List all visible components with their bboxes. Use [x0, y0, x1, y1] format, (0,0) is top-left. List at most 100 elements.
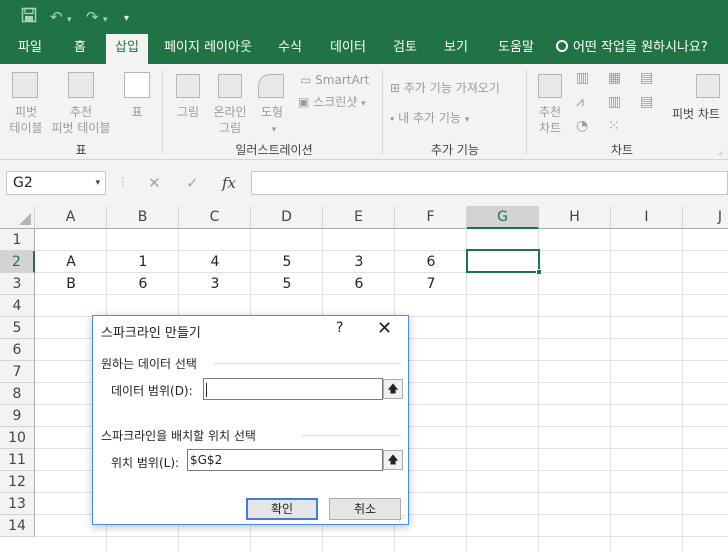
tab-formulas[interactable]: 수식 [266, 34, 314, 64]
dialog-launcher-icon[interactable]: ⌟ [718, 144, 722, 160]
screenshot-button[interactable]: ▣ 스크린샷 ▾ [298, 94, 366, 112]
row-header-5[interactable]: 5 [0, 317, 35, 339]
cell-d3[interactable]: 5 [251, 273, 323, 295]
cell-c2[interactable]: 4 [179, 251, 251, 273]
tab-review[interactable]: 검토 [382, 34, 428, 64]
undo-dropdown-icon[interactable]: ▾ [67, 10, 72, 30]
cell-f3[interactable]: 7 [395, 273, 467, 295]
my-addins-button[interactable]: ⬩ 내 추가 기능 ▾ [390, 110, 469, 128]
select-all-corner[interactable] [0, 206, 35, 229]
data-range-input[interactable] [203, 378, 383, 400]
customize-qat-icon[interactable]: ▾ [124, 9, 129, 29]
row-header-3[interactable]: 3 [0, 273, 35, 295]
create-sparklines-dialog: 스파크라인 만들기 ? ✕ 원하는 데이터 선택 데이터 범위(D): 🡅 스파… [92, 315, 409, 525]
row-header-9[interactable]: 9 [0, 405, 35, 427]
name-box-dropdown-icon[interactable]: ▾ [95, 172, 100, 194]
online-picture-icon [218, 74, 242, 98]
column-header-i[interactable]: I [611, 206, 683, 229]
redo-dropdown-icon[interactable]: ▾ [103, 10, 108, 30]
statistic-chart-icon[interactable]: ▥ [608, 94, 621, 110]
smartart-button[interactable]: ▭ SmartArt [300, 72, 369, 88]
tab-page-layout[interactable]: 페이지 레이아웃 [152, 34, 264, 64]
column-header-f[interactable]: F [395, 206, 467, 229]
resize-grip-icon[interactable]: ⋰ [398, 514, 406, 523]
cell-b3[interactable]: 6 [107, 273, 179, 295]
shapes-dropdown-icon[interactable]: ▾ [269, 122, 279, 138]
cell-a2[interactable]: A [35, 251, 107, 273]
recommended-pivot-button[interactable]: 추천 피벗 테이블 [48, 104, 114, 136]
ribbon-tabs: 파일 홈 삽입 페이지 레이아웃 수식 데이터 검토 보기 도움말 어떤 작업을… [0, 34, 728, 64]
pivot-table-button[interactable]: 피벗 테이블 [4, 104, 48, 136]
formula-input[interactable] [251, 171, 728, 195]
tab-view[interactable]: 보기 [432, 34, 480, 64]
column-header-d[interactable]: D [251, 206, 323, 229]
column-header-b[interactable]: B [107, 206, 179, 229]
cell-d2[interactable]: 5 [251, 251, 323, 273]
pie-chart-icon[interactable]: ◔ [576, 118, 588, 134]
column-header-j[interactable]: J [683, 206, 728, 229]
gridline [610, 229, 611, 552]
column-header-h[interactable]: H [539, 206, 611, 229]
data-range-collapse-icon[interactable]: 🡅 [383, 379, 403, 399]
help-icon[interactable]: ? [336, 320, 343, 336]
tab-home[interactable]: 홈 [56, 34, 104, 64]
row-header-12[interactable]: 12 [0, 471, 35, 493]
row-header-1[interactable]: 1 [0, 229, 35, 251]
row-header-11[interactable]: 11 [0, 449, 35, 471]
hierarchy-chart-icon[interactable]: ▦ [608, 70, 621, 86]
line-chart-icon[interactable]: ⩘ [576, 94, 584, 110]
cancel-button[interactable]: 취소 [329, 498, 401, 520]
name-box[interactable]: G2 ▾ [6, 171, 106, 195]
location-range-collapse-icon[interactable]: 🡅 [383, 450, 403, 470]
search-icon [556, 40, 568, 52]
column-header-a[interactable]: A [35, 206, 107, 229]
column-header-e[interactable]: E [323, 206, 395, 229]
fill-handle[interactable] [536, 269, 542, 275]
undo-icon[interactable]: ↶ [50, 7, 63, 27]
scatter-chart-icon[interactable]: ⁙ [608, 118, 620, 134]
cell-e2[interactable]: 3 [323, 251, 395, 273]
table-button[interactable]: 표 [124, 104, 150, 120]
waterfall-chart-icon[interactable]: ▤ [640, 70, 653, 86]
row-header-10[interactable]: 10 [0, 427, 35, 449]
column-chart-icon[interactable]: ▥ [576, 70, 589, 86]
confirm-entry-icon[interactable]: ✓ [186, 173, 199, 193]
cancel-entry-icon[interactable]: ✕ [148, 173, 161, 193]
insert-function-icon[interactable]: fx [222, 173, 236, 193]
row-header-6[interactable]: 6 [0, 339, 35, 361]
combo-chart-icon[interactable]: ▤ [640, 94, 653, 110]
tab-data[interactable]: 데이터 [316, 34, 380, 64]
tab-insert[interactable]: 삽입 [106, 34, 148, 64]
cell-b2[interactable]: 1 [107, 251, 179, 273]
recommended-charts-button[interactable]: 추천 차트 [532, 104, 568, 136]
row-header-8[interactable]: 8 [0, 383, 35, 405]
ok-button[interactable]: 확인 [246, 498, 318, 520]
row-header-4[interactable]: 4 [0, 295, 35, 317]
location-range-label: 위치 범위(L): [111, 456, 180, 470]
save-icon[interactable] [21, 7, 37, 28]
redo-icon[interactable]: ↷ [86, 7, 99, 27]
row-header-2[interactable]: 2 [0, 251, 35, 273]
row-header-7[interactable]: 7 [0, 361, 35, 383]
tab-help[interactable]: 도움말 [486, 34, 546, 64]
row-header-14[interactable]: 14 [0, 515, 35, 537]
tab-file[interactable]: 파일 [6, 34, 54, 64]
cell-a3[interactable]: B [35, 273, 107, 295]
close-icon[interactable]: ✕ [377, 316, 392, 342]
pivot-chart-icon [696, 74, 720, 98]
shapes-button[interactable]: 도형 [254, 104, 290, 120]
get-addins-button[interactable]: ⊞ 추가 기능 가져오기 [390, 80, 500, 96]
row-header-13[interactable]: 13 [0, 493, 35, 515]
location-range-input[interactable]: $G$2 [187, 449, 383, 471]
pivot-chart-button[interactable]: 피벗 차트 [672, 106, 720, 122]
cell-e3[interactable]: 6 [323, 273, 395, 295]
column-header-g[interactable]: G [467, 206, 539, 229]
online-picture-button[interactable]: 온라인 그림 [208, 104, 252, 136]
tell-me-text: 어떤 작업을 원하시나요? [573, 40, 708, 55]
cell-f2[interactable]: 6 [395, 251, 467, 273]
selected-cell-g2[interactable] [466, 249, 542, 275]
picture-button[interactable]: 그림 [172, 104, 204, 120]
column-header-c[interactable]: C [179, 206, 251, 229]
cell-c3[interactable]: 3 [179, 273, 251, 295]
tell-me-box[interactable]: 어떤 작업을 원하시나요? [556, 34, 708, 64]
